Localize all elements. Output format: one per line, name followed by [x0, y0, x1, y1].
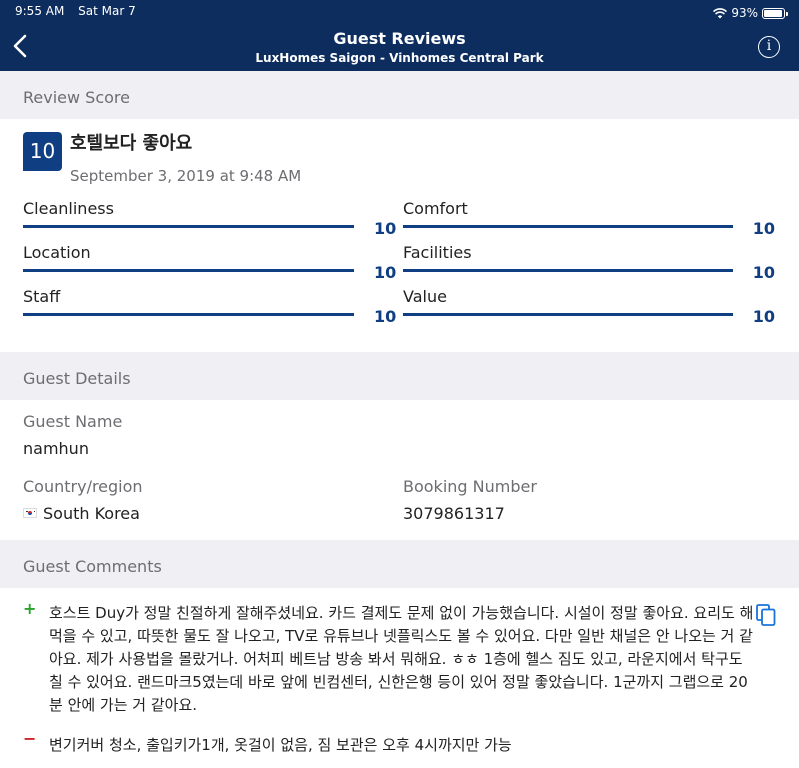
rating-label: Value: [403, 287, 447, 306]
negative-comment-text: 변기커버 청소, 출입키가1개, 옷걸이 없음, 짐 보관은 오후 4시까지만 …: [49, 736, 512, 754]
section-guest-details: Guest Details: [23, 369, 131, 388]
rating-staff: Staff 10: [23, 287, 403, 326]
rating-bar: [403, 224, 733, 228]
review-date: September 3, 2019 at 9:48 AM: [70, 167, 302, 185]
rating-label: Location: [23, 243, 91, 262]
south-korea-flag-icon: [23, 508, 37, 518]
booking-label: Booking Number: [403, 477, 537, 496]
rating-label: Staff: [23, 287, 61, 306]
rating-label: Facilities: [403, 243, 472, 262]
rating-value: 10: [374, 262, 397, 282]
wifi-icon: [713, 7, 728, 18]
rating-value: 10: [374, 218, 397, 238]
guest-comments-card: + 호스트 Duy가 정말 친절하게 잘해주셨네요. 카드 결제도 문제 없이 …: [0, 588, 799, 768]
rating-comfort: Comfort 10: [403, 199, 775, 238]
rating-value: 10: [752, 218, 775, 238]
plus-icon: +: [23, 599, 37, 618]
copy-icon[interactable]: [756, 604, 776, 626]
minus-icon: −: [23, 729, 37, 748]
battery-icon: [762, 7, 788, 19]
rating-value: 10: [752, 306, 775, 326]
battery-percent: 93%: [731, 6, 758, 20]
page-subtitle: LuxHomes Saigon - Vinhomes Central Park: [255, 51, 544, 65]
booking-field: Booking Number 3079861317: [403, 477, 537, 523]
battery-fill: [764, 9, 782, 17]
guest-details-card: Guest Name namhun Country/region South K…: [0, 400, 799, 540]
rating-value-item: Value 10: [403, 287, 775, 326]
review-score-card: 10 호텔보다 좋아요 September 3, 2019 at 9:48 AM…: [0, 119, 799, 352]
score-badge: 10: [23, 132, 62, 171]
rating-value: 10: [374, 306, 397, 326]
rating-value: 10: [752, 262, 775, 282]
ratings-grid: Cleanliness 10 Comfort 10 Location 10 Fa…: [23, 199, 776, 326]
review-title: 호텔보다 좋아요: [70, 133, 193, 154]
chevron-left-icon[interactable]: [10, 31, 32, 61]
rating-bar: [403, 268, 733, 272]
positive-comment-text: 호스트 Duy가 정말 친절하게 잘해주셨네요. 카드 결제도 문제 없이 가능…: [49, 604, 754, 714]
page-title: Guest Reviews: [333, 29, 466, 48]
rating-bar: [23, 268, 354, 272]
status-time: 9:55 AM: [15, 4, 65, 18]
booking-number: 3079861317: [403, 504, 505, 523]
positive-comment: + 호스트 Duy가 정말 친절하게 잘해주셨네요. 카드 결제도 문제 없이 …: [23, 599, 776, 717]
guest-name-label: Guest Name: [23, 412, 123, 431]
status-date: Sat Mar 7: [78, 4, 136, 18]
section-guest-comments: Guest Comments: [23, 557, 162, 576]
section-review-score: Review Score: [23, 88, 130, 107]
country-label: Country/region: [23, 477, 143, 496]
country-value: South Korea: [43, 504, 140, 523]
status-bar: 9:55 AM Sat Mar 7 93%: [0, 0, 799, 22]
rating-bar: [23, 224, 354, 228]
rating-bar: [23, 312, 354, 316]
top-bar: 9:55 AM Sat Mar 7 93% Guest Reviews LuxH…: [0, 0, 799, 71]
rating-label: Cleanliness: [23, 199, 114, 218]
nav-bar: Guest Reviews LuxHomes Saigon - Vinhomes…: [0, 22, 799, 71]
rating-bar: [403, 312, 733, 316]
guest-name: namhun: [23, 439, 89, 458]
country-field: Country/region South Korea: [23, 477, 403, 523]
info-icon[interactable]: i: [758, 36, 780, 58]
guest-name-field: Guest Name namhun: [23, 412, 776, 458]
rating-location: Location 10: [23, 243, 403, 282]
negative-comment: − 변기커버 청소, 출입키가1개, 옷걸이 없음, 짐 보관은 오후 4시까지…: [23, 729, 776, 757]
rating-facilities: Facilities 10: [403, 243, 775, 282]
rating-cleanliness: Cleanliness 10: [23, 199, 403, 238]
rating-label: Comfort: [403, 199, 468, 218]
